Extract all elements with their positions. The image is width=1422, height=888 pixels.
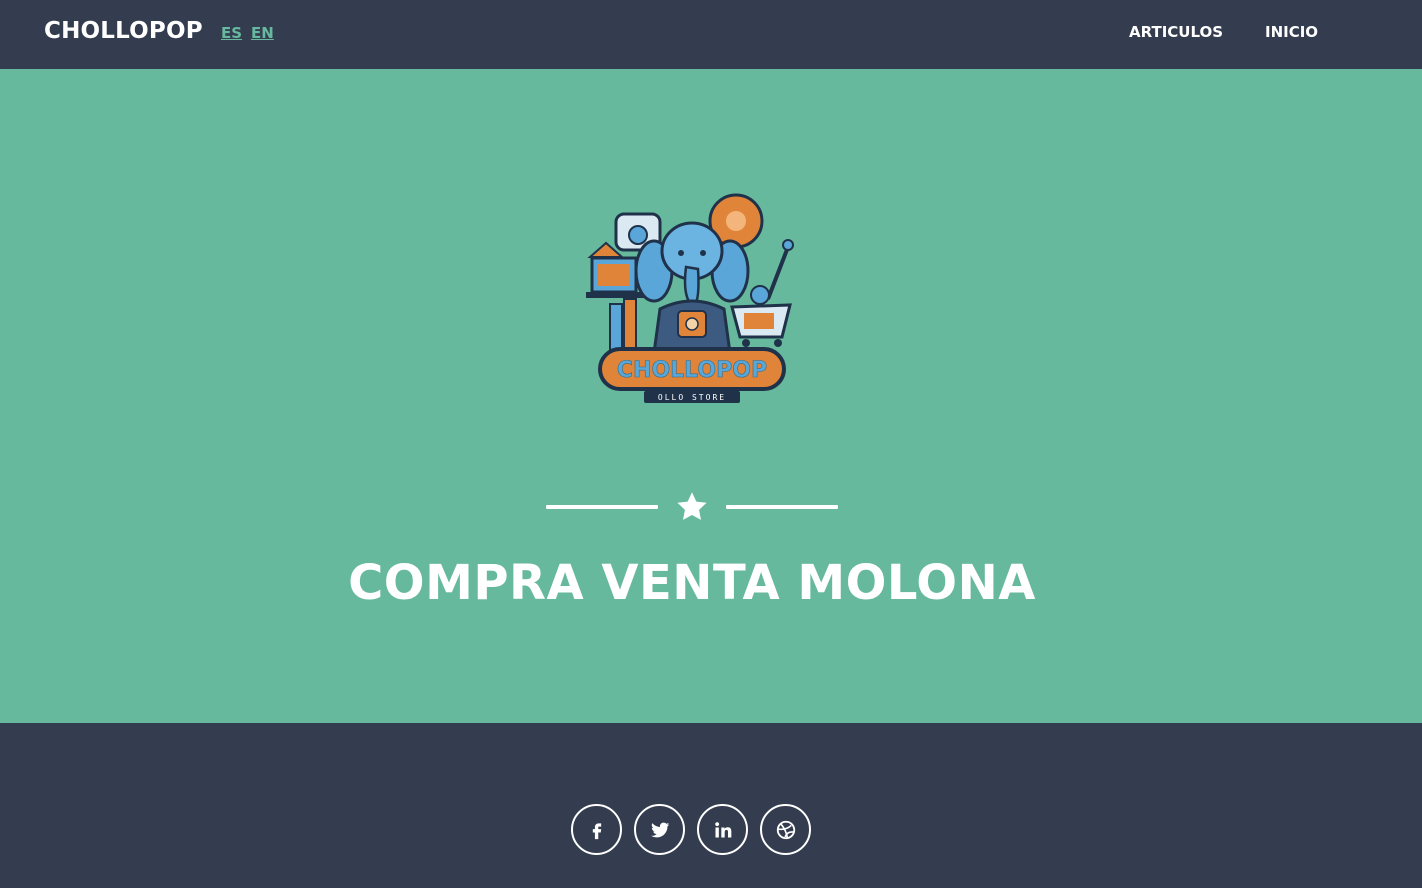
divider-line-left: [546, 505, 658, 509]
facebook-icon: [592, 822, 601, 839]
logo-text: CHOLLOPOP: [617, 358, 767, 383]
nav-articulos-link[interactable]: ARTICULOS: [1129, 23, 1223, 41]
linkedin-button[interactable]: [697, 804, 748, 855]
dribbble-icon: [776, 820, 795, 839]
brand-logo-link[interactable]: CHOLLOPOP: [44, 18, 203, 44]
star-icon: [677, 492, 707, 520]
star-divider: [546, 489, 838, 525]
linkedin-icon: [714, 821, 731, 837]
nav-inicio-link[interactable]: INICIO: [1265, 23, 1318, 41]
language-en-link[interactable]: EN: [251, 24, 274, 42]
logo-subtext: OLLO STORE: [658, 393, 726, 402]
footer: [0, 723, 1422, 888]
navbar: CHOLLOPOP ES EN ARTICULOS INICIO: [0, 0, 1422, 69]
facebook-button[interactable]: [571, 804, 622, 855]
twitter-icon: [650, 822, 669, 837]
chollopop-logo-image: CHOLLOPOP OLLO STORE: [586, 193, 794, 403]
language-es-link[interactable]: ES: [221, 24, 242, 42]
dribbble-button[interactable]: [760, 804, 811, 855]
divider-line-right: [726, 505, 838, 509]
twitter-button[interactable]: [634, 804, 685, 855]
masthead: CHOLLOPOP OLLO STORE COMPRA VENTA MOLONA: [0, 69, 1422, 723]
masthead-headline: COMPRA VENTA MOLONA: [348, 555, 1036, 611]
